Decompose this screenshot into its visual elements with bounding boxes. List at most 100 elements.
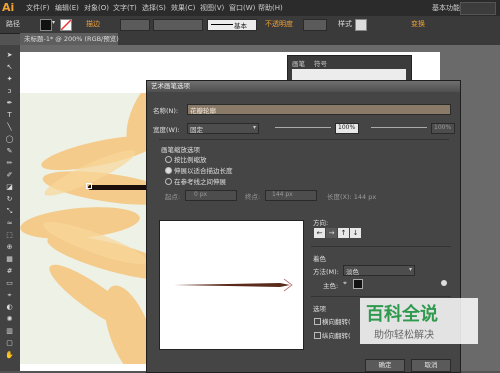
hand-tool-icon[interactable]: ✋ <box>4 351 15 360</box>
shape-builder-tool-icon[interactable]: ⊕ <box>4 243 15 252</box>
workspace-switcher[interactable]: 基本功能 <box>432 3 460 13</box>
stroke-swatch[interactable] <box>60 19 72 31</box>
start-label: 起点: <box>165 193 181 201</box>
eyedropper-icon[interactable]: ⌖ <box>343 279 347 288</box>
no-stroke-icon <box>61 20 71 30</box>
chevron-down-icon: ▾ <box>252 124 256 131</box>
flip-across-label: 纵向翻转( <box>322 332 351 340</box>
anchor-point[interactable] <box>86 183 92 189</box>
gradient-tool-icon[interactable]: ▭ <box>4 279 15 288</box>
menu-file[interactable]: 文件(F) <box>26 3 50 13</box>
direction-label: 方向: <box>313 219 329 227</box>
fill-swatch[interactable] <box>40 19 52 31</box>
cancel-button[interactable]: 取消 <box>411 359 451 372</box>
divider <box>311 246 451 247</box>
type-tool-icon[interactable]: T <box>4 111 15 120</box>
radio-scale-proportionately[interactable] <box>165 156 172 163</box>
chevron-down-icon: ▾ <box>408 266 412 273</box>
end-label: 终点: <box>245 193 261 201</box>
tab-symbols[interactable]: 符号 <box>314 58 327 68</box>
length-readout: 长度(X): 144 px <box>327 193 377 201</box>
width-mode-select[interactable]: 固定 ▾ <box>187 123 259 134</box>
menu-type[interactable]: 文字(T) <box>113 3 137 13</box>
toolbox: ➤ ↖ ✦ ↄ ✒ T ╲ ◯ ✎ ✏ ✐ ◪ ↻ ⤡ ≈ ⬚ ⊕ ▦ # ▭ … <box>0 45 20 371</box>
ellipse-tool-icon[interactable]: ◯ <box>4 135 15 144</box>
divider <box>311 296 451 297</box>
eraser-tool-icon[interactable]: ◪ <box>4 183 15 192</box>
ok-button[interactable]: 确定 <box>365 359 405 372</box>
selection-tool-icon[interactable]: ➤ <box>4 51 15 60</box>
menu-effect[interactable]: 效果(C) <box>171 3 195 13</box>
menu-object[interactable]: 对象(O) <box>84 3 109 13</box>
dialog-title: 艺术画笔选项 <box>147 81 460 92</box>
radio-stretch-between-guides[interactable] <box>165 178 172 185</box>
free-transform-tool-icon[interactable]: ⬚ <box>4 231 15 240</box>
menu-view[interactable]: 视图(V) <box>200 3 224 13</box>
width-label: 宽度(W): <box>153 126 180 134</box>
variable-width-select[interactable] <box>153 19 203 31</box>
document-tab[interactable]: 未标题-1* @ 200% (RGB/预览) <box>20 33 119 45</box>
menu-bar: Ai 文件(F) 编辑(E) 对象(O) 文字(T) 选择(S) 效果(C) 视… <box>0 0 500 16</box>
scale-tool-icon[interactable]: ⤡ <box>4 207 15 216</box>
arrow-right-icon[interactable]: → <box>326 228 337 238</box>
artboard-tool-icon[interactable]: ▢ <box>4 339 15 348</box>
arrow-down-icon[interactable]: ↓ <box>350 228 361 238</box>
style-label: 样式 <box>338 20 352 28</box>
width-percent-field-2[interactable]: 100% <box>431 123 455 134</box>
paintbrush-tool-icon[interactable]: ✎ <box>4 147 15 156</box>
opacity-label[interactable]: 不透明度 <box>265 19 293 29</box>
chevron-down-icon[interactable]: ▾ <box>52 19 55 26</box>
line-tool-icon[interactable]: ╲ <box>4 123 15 132</box>
lasso-tool-icon[interactable]: ↄ <box>4 87 15 96</box>
flip-along-label: 横向翻转( <box>322 318 351 326</box>
end-field[interactable]: 144 px <box>265 190 317 201</box>
width-percent-field-1[interactable]: 100% <box>335 123 359 134</box>
blob-brush-tool-icon[interactable]: ✐ <box>4 171 15 180</box>
menu-edit[interactable]: 编辑(E) <box>55 3 79 13</box>
transform-label[interactable]: 变换 <box>411 19 425 29</box>
radio-stretch-to-fit[interactable] <box>165 167 172 174</box>
method-select[interactable]: 淡色 ▾ <box>343 265 415 276</box>
direct-selection-tool-icon[interactable]: ↖ <box>4 63 15 72</box>
stroke-weight-field[interactable] <box>120 19 150 31</box>
graphic-style-swatch[interactable] <box>355 19 367 31</box>
brush-stroke-preview <box>211 24 233 25</box>
menu-select[interactable]: 选择(S) <box>142 3 166 13</box>
coloring-label: 着色 <box>313 255 326 263</box>
name-field[interactable]: 花瓣轮廓 <box>187 104 451 115</box>
tab-brushes[interactable]: 画笔 <box>292 58 305 68</box>
flip-along-checkbox[interactable] <box>314 318 321 325</box>
key-color-swatch[interactable] <box>353 279 363 289</box>
watermark-title: 百科全说 <box>366 304 438 325</box>
brush-preview-stroke <box>174 278 293 292</box>
perspective-grid-tool-icon[interactable]: ▦ <box>4 255 15 264</box>
search-input[interactable] <box>460 2 496 15</box>
mesh-tool-icon[interactable]: # <box>4 267 15 276</box>
width-slider-1[interactable] <box>275 127 331 128</box>
arrow-left-icon[interactable]: ← <box>314 228 325 238</box>
opacity-field[interactable] <box>303 19 327 31</box>
blend-tool-icon[interactable]: ◐ <box>4 303 15 312</box>
menu-help[interactable]: 帮助(H) <box>258 3 283 13</box>
brush-style-label: 基本 <box>234 22 247 30</box>
divider <box>159 139 449 140</box>
stroke-label[interactable]: 描边 <box>86 19 100 29</box>
brush-definition-select[interactable]: 基本 <box>207 19 257 31</box>
symbol-sprayer-tool-icon[interactable]: ✺ <box>4 315 15 324</box>
flip-across-checkbox[interactable] <box>314 332 321 339</box>
start-field[interactable]: 0 px <box>185 190 237 201</box>
width-slider-2[interactable] <box>371 127 427 128</box>
pencil-tool-icon[interactable]: ✏ <box>4 159 15 168</box>
method-label: 方法(M): <box>313 268 339 276</box>
column-graph-tool-icon[interactable]: ▥ <box>4 327 15 336</box>
pen-tool-icon[interactable]: ✒ <box>4 99 15 108</box>
rotate-tool-icon[interactable]: ↻ <box>4 195 15 204</box>
width-tool-icon[interactable]: ≈ <box>4 219 15 228</box>
name-field-value: 花瓣轮廓 <box>190 107 216 115</box>
tip-icon[interactable] <box>441 280 447 286</box>
arrow-up-icon[interactable]: ↑ <box>338 228 349 238</box>
scale-options-group-label: 画笔缩放选项 <box>161 146 200 154</box>
eyedropper-tool-icon[interactable]: ⌖ <box>4 291 15 300</box>
magic-wand-tool-icon[interactable]: ✦ <box>4 75 15 84</box>
menu-window[interactable]: 窗口(W) <box>229 3 255 13</box>
